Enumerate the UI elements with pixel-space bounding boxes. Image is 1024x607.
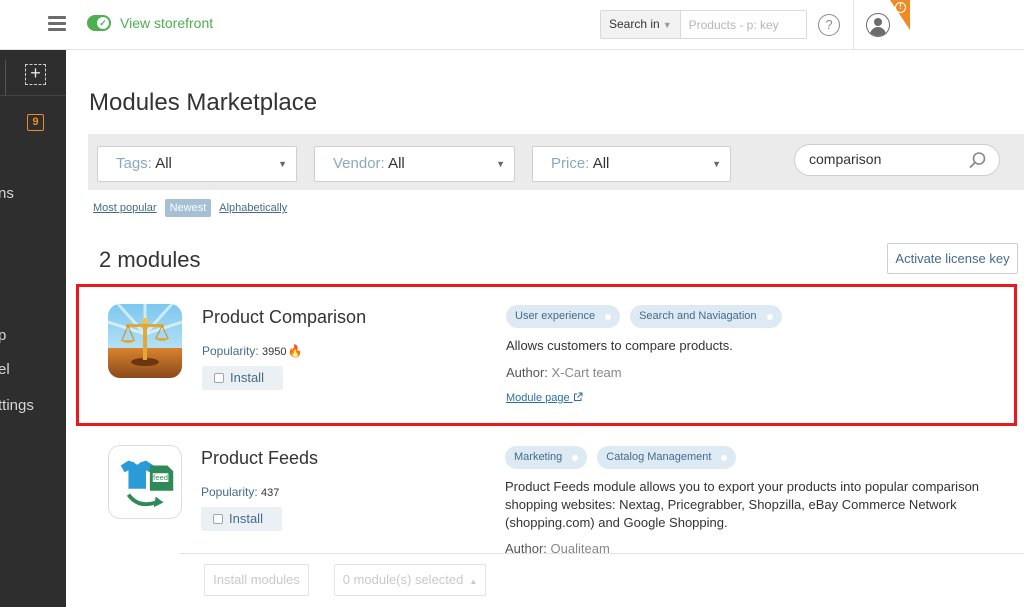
module-author: Author: X-Cart team <box>506 365 622 380</box>
divider <box>853 0 854 50</box>
vendor-filter-dropdown[interactable]: Vendor: All ▼ <box>314 146 515 182</box>
sort-options: Most popular Newest Alphabetically <box>93 199 287 217</box>
popularity-value: 437 <box>261 487 280 499</box>
top-bar: ✓ View storefront Search in▼ ? ! <box>0 0 1024 50</box>
main-content: Modules Marketplace Tags: All ▼ Vendor: … <box>66 50 1024 607</box>
sidebar-divider <box>5 60 6 96</box>
header-search-input[interactable] <box>680 11 806 38</box>
page-title: Modules Marketplace <box>89 89 318 116</box>
sort-alphabetically-link[interactable]: Alphabetically <box>219 202 287 214</box>
module-search-input[interactable] <box>809 151 959 167</box>
module-popularity: Popularity: 3950🔥 <box>202 344 302 358</box>
sidebar-item-1[interactable]: ns <box>0 185 14 202</box>
chevron-up-icon: ▲ <box>469 577 478 586</box>
search-icon[interactable] <box>969 151 987 169</box>
tag-label: Search and Naviagation <box>639 310 757 322</box>
toggle-switch[interactable]: ✓ <box>87 15 111 31</box>
install-checkbox[interactable]: Install <box>201 507 282 531</box>
tag-label: Catalog Management <box>606 451 712 463</box>
price-filter-value: All <box>592 155 610 172</box>
install-label: Install <box>229 511 263 526</box>
popularity-label: Popularity: <box>202 344 259 358</box>
modules-selected-dropdown[interactable]: 0 module(s) selected ▲ <box>334 564 486 596</box>
search-in-dropdown[interactable]: Search in ▼ <box>601 11 681 38</box>
scales-icon <box>108 304 182 378</box>
sidebar-divider <box>0 95 66 96</box>
alert-icon[interactable]: ! <box>895 2 906 13</box>
module-card: Product Comparison Popularity: 3950🔥 Ins… <box>76 284 1017 426</box>
view-storefront-label: View storefront <box>120 15 214 31</box>
bottom-action-bar: Install modules 0 module(s) selected ▲ <box>180 553 1024 607</box>
module-description: Allows customers to compare products. <box>506 338 733 353</box>
menu-icon[interactable] <box>48 16 66 32</box>
sort-most-popular-link[interactable]: Most popular <box>93 202 157 214</box>
tag-marketing[interactable]: Marketing <box>505 446 588 469</box>
tags-filter-label: Tags: <box>116 155 152 172</box>
sidebar: + 9 ns p el ttings <box>0 50 66 607</box>
results-count: 2 modules <box>99 247 201 272</box>
author-value: X-Cart team <box>551 365 622 380</box>
chevron-down-icon: ▼ <box>662 20 672 30</box>
search-in-label: Search in <box>609 17 660 31</box>
module-tags: Marketing Catalog Management <box>505 446 746 469</box>
chevron-down-icon: ▼ <box>496 159 505 169</box>
module-popularity: Popularity: 437 <box>201 485 279 499</box>
checkbox[interactable] <box>214 373 224 383</box>
install-label: Install <box>230 370 264 385</box>
module-title[interactable]: Product Comparison <box>202 307 366 328</box>
check-icon: ✓ <box>97 17 109 29</box>
module-tags: User experience Search and Naviagation <box>506 305 792 328</box>
modules-selected-label: 0 module(s) selected <box>342 572 464 587</box>
user-icon[interactable] <box>866 13 890 37</box>
help-icon[interactable]: ? <box>818 14 840 36</box>
chevron-down-icon: ▼ <box>278 159 287 169</box>
view-storefront-toggle[interactable]: ✓ View storefront <box>87 15 213 31</box>
module-card: feed Product Feeds Popularity: 437 Insta… <box>76 428 1017 558</box>
module-search <box>794 144 1000 176</box>
svg-text:feed: feed <box>153 474 168 482</box>
checkbox[interactable] <box>213 514 223 524</box>
tag-user-experience[interactable]: User experience <box>506 305 621 328</box>
sidebar-item-2[interactable]: p <box>0 327 6 344</box>
install-checkbox[interactable]: Install <box>202 366 283 390</box>
module-page-label: Module page <box>506 392 570 404</box>
product-feeds-icon: feed <box>108 445 182 519</box>
flame-icon: 🔥 <box>287 344 303 358</box>
module-description: Product Feeds module allows you to expor… <box>505 479 980 530</box>
activate-license-key-button[interactable]: Activate license key <box>887 243 1018 274</box>
header-search: Search in ▼ <box>600 10 807 39</box>
popularity-value: 3950 <box>262 346 287 358</box>
tags-filter-value: All <box>155 155 172 172</box>
chevron-down-icon: ▼ <box>712 159 721 169</box>
vendor-filter-value: All <box>388 155 405 172</box>
tag-search-and-navigation[interactable]: Search and Naviagation <box>630 305 782 328</box>
tags-filter-dropdown[interactable]: Tags: All ▼ <box>97 146 297 182</box>
author-label: Author: <box>506 365 548 380</box>
price-filter-dropdown[interactable]: Price: All ▼ <box>532 146 731 182</box>
tag-catalog-management[interactable]: Catalog Management <box>597 446 737 469</box>
sort-newest-button[interactable]: Newest <box>164 199 212 217</box>
sidebar-item-4[interactable]: ttings <box>0 397 34 414</box>
notifications-badge[interactable]: 9 <box>27 114 44 131</box>
module-page-link[interactable]: Module page <box>506 392 583 404</box>
tag-label: User experience <box>515 310 596 322</box>
popularity-label: Popularity: <box>201 485 258 499</box>
price-filter-label: Price: <box>551 155 590 172</box>
install-modules-button[interactable]: Install modules <box>204 564 309 596</box>
filter-bar: Tags: All ▼ Vendor: All ▼ Price: All ▼ <box>88 134 1024 190</box>
add-icon[interactable]: + <box>25 64 46 85</box>
module-title[interactable]: Product Feeds <box>201 448 318 469</box>
vendor-filter-label: Vendor: <box>333 155 385 172</box>
external-link-icon <box>573 392 583 401</box>
tag-label: Marketing <box>514 451 563 463</box>
sidebar-item-3[interactable]: el <box>0 361 10 378</box>
